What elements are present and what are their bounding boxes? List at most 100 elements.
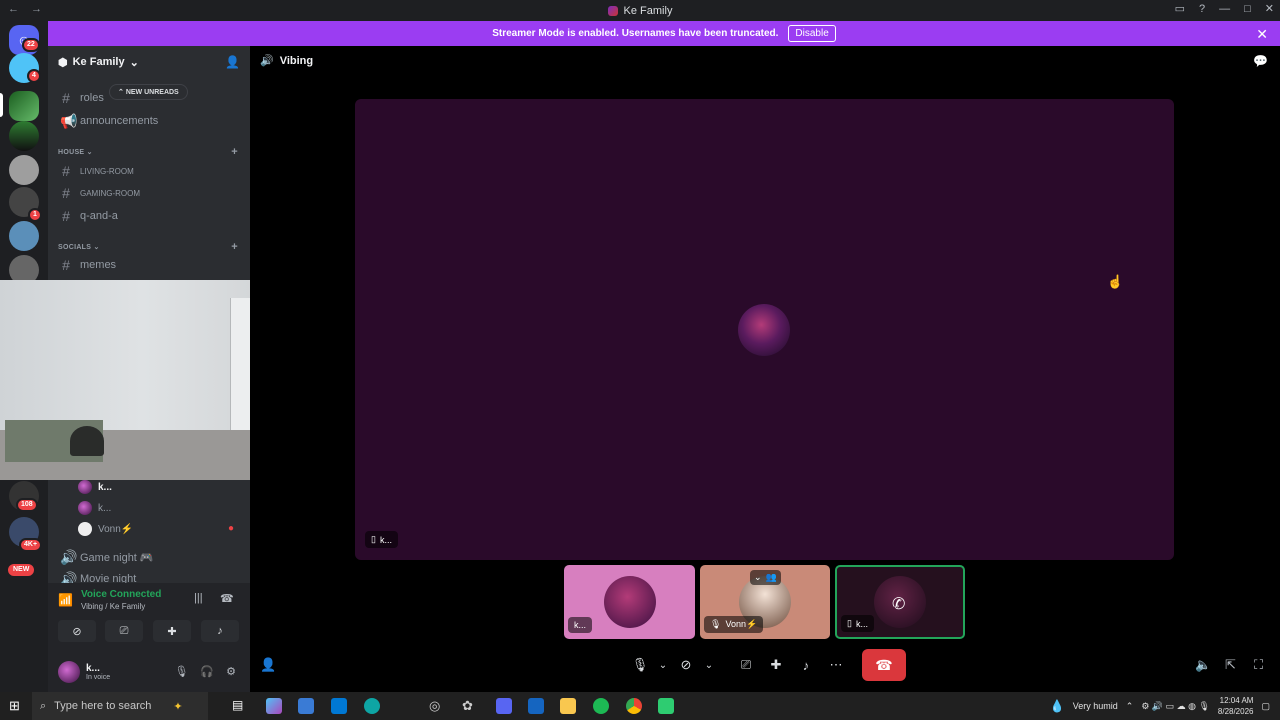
close-window-button[interactable]: ✕ [1265,2,1274,15]
soundboard-icon[interactable]: ♪ [791,658,821,673]
channel-q-and-a[interactable]: # q-and-a [56,206,242,226]
inbox-icon[interactable]: ▭ [1175,2,1185,15]
nav-arrows: ← → [8,3,42,15]
taskbar: ⊞ ⌕ Type here to search ✦ ▤ ◎ ✿ 💧 Very h… [0,692,1280,720]
server-icon[interactable] [9,121,39,151]
fullscreen-icon[interactable]: ⛶ [1254,657,1263,673]
avatar [78,480,92,494]
voice-user[interactable]: k... [78,478,112,496]
channel-announcements[interactable]: 📢 announcements [56,111,242,131]
channel-living-room[interactable]: # LIVING-ROOM [56,161,242,181]
tray-icons[interactable]: ⚙ 🔊 ▭ ☁ ◍ 🎙 [1141,701,1210,712]
obs-app-icon[interactable]: ◎ [429,698,445,714]
voice-user[interactable]: k... [78,499,111,517]
call-controls: 🎙 ⌄ ⊘ ⌄ ⎚ ✚ ♪ ⋯ [625,649,851,681]
invite-icon[interactable]: 👤 [225,55,240,69]
outlook-app-icon[interactable] [331,698,347,714]
guild-header[interactable]: ⬢ Ke Family ⌄ 👤 [48,46,250,78]
invite-icon[interactable]: 👤 [260,657,276,673]
voice-user[interactable]: Vonn⚡ [78,520,133,538]
participant-tile[interactable]: k... [564,565,695,639]
voice-status[interactable]: 📶 Voice Connected Vibing / Ke Family [58,589,161,611]
arrow-left-icon[interactable]: ← [8,3,19,15]
activities-icon[interactable]: ✚ [761,657,791,673]
avatar [78,501,92,515]
participant-tile-speaking[interactable]: ✆ ▯ k... [835,565,965,639]
share-screen-button[interactable]: ⎚ [105,620,143,642]
speaker-icon: 🔊 [60,548,78,565]
category-socials[interactable]: SOCIALS ⌄ + [58,241,238,253]
camera-off-button[interactable]: ⊘ [58,620,96,642]
category-house[interactable]: HOUSE ⌄ + [58,146,238,158]
end-call-button[interactable]: ☎ [862,649,906,681]
noise-suppression-icon[interactable]: ||| [194,592,203,604]
megaphone-icon: 📢 [60,112,78,129]
share-screen-icon[interactable]: ⎚ [731,657,761,673]
server-icon[interactable] [9,221,39,251]
disconnect-icon[interactable]: ☎ [220,592,234,605]
guild-icon: ⬢ [58,56,68,69]
ke-family-server-icon[interactable] [9,91,39,121]
popout-icon[interactable]: ⇱ [1225,657,1236,673]
app-icon[interactable] [658,698,674,714]
notification-icon[interactable]: ▢ [1261,701,1270,712]
tile-label: ▯ k... [365,531,398,548]
call-header: 🔊 Vibing [260,54,314,68]
video-content [70,426,104,456]
windows-start-icon[interactable]: ⊞ [9,698,20,714]
tile-actions[interactable]: ⌄ 👥 [750,570,781,585]
chevron-down-icon[interactable]: ⌄ [701,660,717,671]
avatar [738,304,790,356]
clock[interactable]: 12:04 AM 8/28/2026 [1218,695,1254,717]
camera-off-icon[interactable]: ⊘ [671,657,701,673]
users-icon: 👥 [765,572,777,582]
volume-icon[interactable]: 🔈 [1195,657,1211,673]
discord-app-icon[interactable] [496,698,512,714]
copilot-app-icon[interactable] [266,698,282,714]
headphones-icon[interactable]: 🎧 [200,665,214,678]
channel-gaming-room[interactable]: # GAMING-ROOM [56,183,242,203]
hangup-icon: ☎ [875,656,893,673]
channel-memes[interactable]: # memes [56,255,242,275]
soundboard-button[interactable]: ♪ [201,620,239,642]
voice-channel-game-night[interactable]: 🔊 Game night 🎮 [56,547,242,567]
chrome-app-icon[interactable] [626,698,642,714]
microphone-icon[interactable]: 🎙 [174,665,188,678]
task-view-icon[interactable]: ▤ [232,698,248,714]
chevron-down-icon: ⌄ [93,244,100,251]
disable-streamer-button[interactable]: Disable [788,25,836,42]
taskbar-search[interactable]: ⌕ Type here to search ✦ [32,692,208,720]
minimize-button[interactable]: — [1219,3,1230,15]
new-unreads-pill[interactable]: ⌃ NEW UNREADS [109,84,188,100]
chat-bubble-icon[interactable]: 💬 [1253,54,1268,68]
system-tray: 💧 Very humid ⌃ ⚙ 🔊 ▭ ☁ ◍ 🎙 12:04 AM 8/28… [1049,695,1270,717]
tile-label: 🎙 Vonn⚡ [704,616,764,633]
add-channel-icon[interactable]: + [231,146,238,158]
main-video-tile[interactable]: ▯ k... [355,99,1174,560]
arrow-right-icon[interactable]: → [31,3,42,15]
chatgpt-app-icon[interactable]: ✿ [462,698,478,714]
server-icon[interactable] [9,155,39,185]
mute-icon: 🎙 [710,619,722,629]
help-icon[interactable]: ? [1199,3,1205,15]
spotify-app-icon[interactable] [593,698,609,714]
gear-icon[interactable]: ⚙ [226,665,236,678]
add-channel-icon[interactable]: + [231,241,238,253]
maximize-button[interactable]: □ [1244,3,1251,15]
phone-icon: ▯ [371,534,376,544]
avatar[interactable] [58,661,80,683]
avatar [78,522,92,536]
weather-drop-icon: 💧 [1049,699,1065,713]
chevron-down-icon[interactable]: ⌄ [655,660,671,671]
microphone-icon[interactable]: 🎙 [625,657,655,673]
desktop-app-icon[interactable] [528,698,544,714]
file-explorer-icon[interactable] [560,698,576,714]
activities-button[interactable]: ✚ [153,620,191,642]
more-icon[interactable]: ⋯ [821,657,851,673]
tile-label: k... [568,617,593,633]
store-app-icon[interactable] [298,698,314,714]
close-icon[interactable]: ✕ [1256,26,1268,43]
chevron-up-icon[interactable]: ⌃ [1126,701,1134,712]
participant-tile[interactable]: ⌄ 👥 🎙 Vonn⚡ [700,565,830,639]
edge-app-icon[interactable] [364,698,380,714]
